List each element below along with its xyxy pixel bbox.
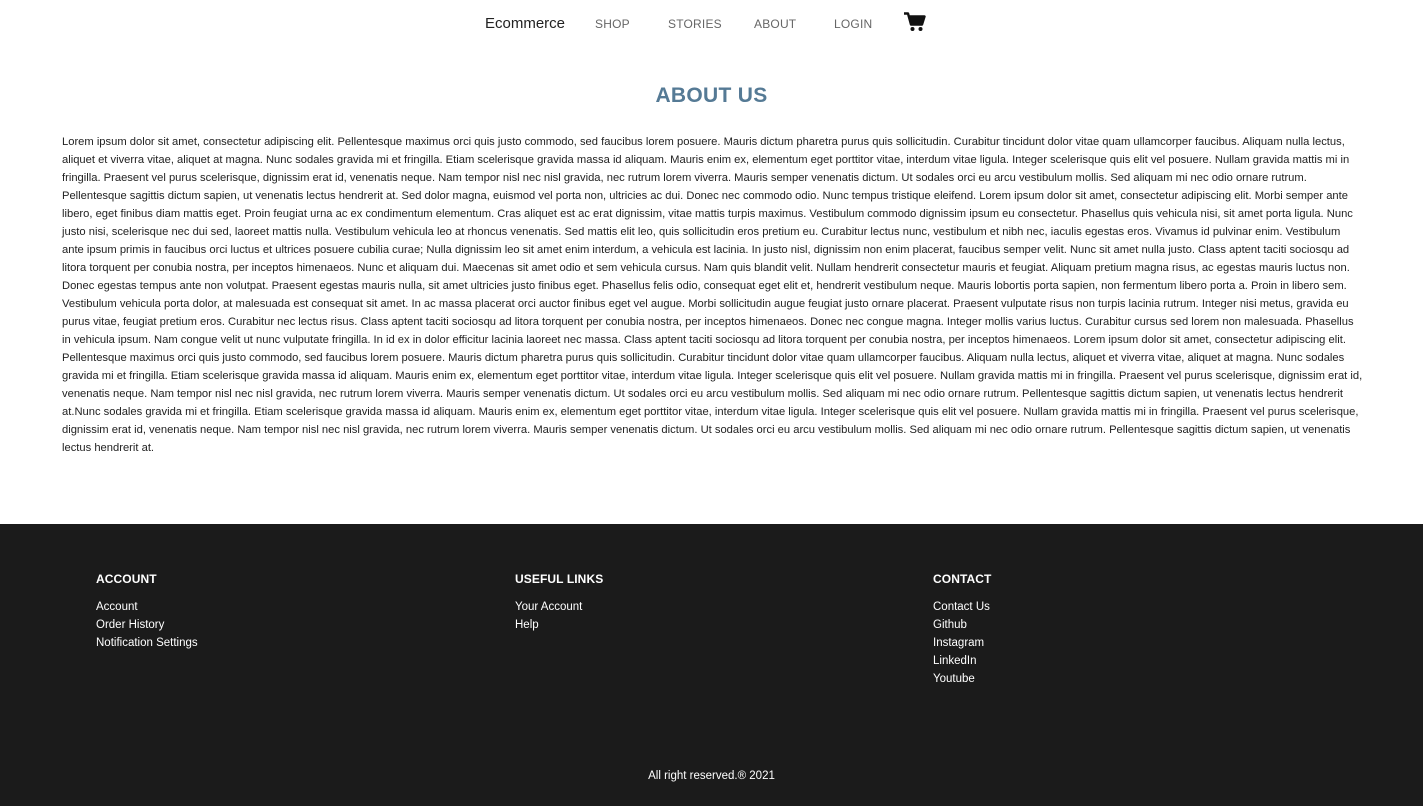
footer-useful-links-heading: USEFUL LINKS	[515, 572, 604, 586]
top-navbar: Ecommerce SHOP STORIES ABOUT LOGIN	[0, 0, 1423, 50]
brand-link[interactable]: Ecommerce	[485, 15, 565, 32]
nav-shop-link[interactable]: SHOP	[595, 17, 630, 31]
footer-link-order-history[interactable]: Order History	[96, 616, 198, 634]
about-body-text: Lorem ipsum dolor sit amet, consectetur …	[62, 136, 1363, 454]
footer-useful-links-column: USEFUL LINKS Your Account Help	[515, 572, 603, 634]
nav-about-link[interactable]: ABOUT	[754, 17, 796, 31]
footer-link-account[interactable]: Account	[96, 598, 198, 616]
footer-link-help[interactable]: Help	[515, 616, 603, 634]
footer-link-notification-settings[interactable]: Notification Settings	[96, 634, 198, 652]
footer-account-column: ACCOUNT Account Order History Notificati…	[96, 572, 198, 652]
nav-stories-link[interactable]: STORIES	[668, 17, 722, 31]
footer-link-youtube[interactable]: Youtube	[933, 670, 991, 688]
footer-link-your-account[interactable]: Your Account	[515, 598, 603, 616]
nav-login-link[interactable]: LOGIN	[834, 17, 872, 31]
footer: ACCOUNT Account Order History Notificati…	[0, 524, 1423, 806]
footer-link-linkedin[interactable]: LinkedIn	[933, 652, 991, 670]
footer-link-instagram[interactable]: Instagram	[933, 634, 991, 652]
footer-contact-column: CONTACT Contact Us Github Instagram Link…	[933, 572, 991, 688]
about-title: ABOUT US	[655, 84, 768, 107]
shopping-cart-icon[interactable]	[904, 12, 926, 32]
footer-account-heading: ACCOUNT	[96, 572, 157, 586]
footer-link-github[interactable]: Github	[933, 616, 991, 634]
footer-contact-heading: CONTACT	[933, 572, 992, 586]
copyright-text: All right reserved.® 2021	[648, 770, 775, 782]
footer-link-contact-us[interactable]: Contact Us	[933, 598, 991, 616]
